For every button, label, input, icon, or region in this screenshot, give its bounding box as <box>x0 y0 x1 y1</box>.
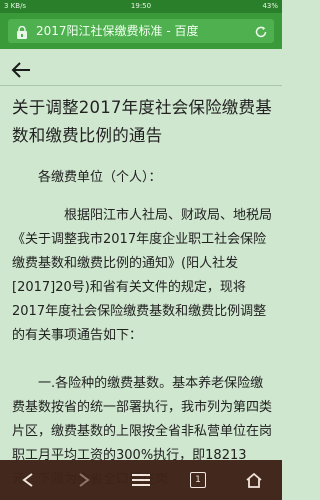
back-arrow-icon[interactable] <box>10 59 32 81</box>
tab-count: 1 <box>190 472 206 488</box>
article-title: 关于调整2017年度社会保险缴费基数和缴费比例的通告 <box>12 98 272 145</box>
status-bar: 3 KB/s 19:50 43% <box>0 0 282 13</box>
home-icon <box>246 472 262 488</box>
tabs-button[interactable]: 1 <box>170 460 226 500</box>
salutation: 各缴费单位（个人）： <box>38 170 162 185</box>
chevron-right-icon <box>79 473 90 487</box>
chevron-left-icon <box>22 473 33 487</box>
forward-button[interactable] <box>56 460 112 500</box>
secure-lock-icon <box>16 24 28 39</box>
back-button[interactable] <box>0 460 56 500</box>
menu-icon <box>132 474 150 486</box>
paragraph: 根据阳江市人社局、财政局、地税局《关于调整我市2017年度企业职工社会保险缴费基… <box>12 208 273 343</box>
menu-button[interactable] <box>113 460 169 500</box>
page-title: 2017阳江社保缴费标准 - 百度 <box>36 24 199 38</box>
home-button[interactable] <box>226 460 282 500</box>
clock: 19:50 <box>130 2 152 10</box>
browser-toolbar: 1 <box>0 460 282 500</box>
refresh-icon[interactable] <box>254 24 268 38</box>
browser-address-bar: 2017阳江社保缴费标准 - 百度 <box>0 13 282 49</box>
navigation-row <box>0 55 282 85</box>
url-field[interactable]: 2017阳江社保缴费标准 - 百度 <box>8 19 274 43</box>
battery-level: 43% <box>262 2 278 10</box>
divider <box>0 85 282 86</box>
